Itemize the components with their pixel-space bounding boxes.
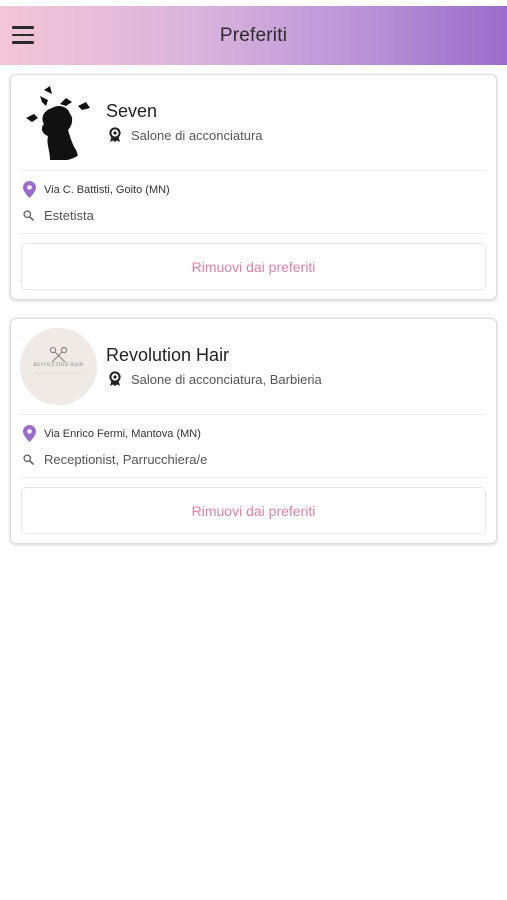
business-logo bbox=[20, 84, 97, 161]
business-category: Salone di acconciatura bbox=[131, 127, 263, 143]
search-icon bbox=[23, 454, 34, 465]
business-logo: REVOLUTION HAIR bbox=[20, 328, 97, 405]
divider bbox=[21, 233, 486, 234]
location-pin-icon bbox=[23, 181, 36, 198]
divider bbox=[21, 170, 486, 171]
hamburger-menu-icon[interactable] bbox=[12, 24, 36, 46]
business-name: Revolution Hair bbox=[106, 345, 230, 365]
award-ribbon-icon bbox=[109, 371, 121, 386]
business-category: Salone di acconciatura, Barbieria bbox=[131, 371, 322, 387]
favorite-card[interactable]: REVOLUTION HAIR Revolution Hair Salone d… bbox=[10, 318, 497, 544]
address-row[interactable]: Via C. Battisti, Goito (MN) bbox=[23, 181, 170, 198]
business-name: Seven bbox=[106, 101, 158, 121]
silhouette-logo bbox=[20, 84, 97, 161]
divider bbox=[21, 477, 486, 478]
page-title: Preferiti bbox=[219, 24, 288, 46]
address-row[interactable]: Via Enrico Fermi, Mantova (MN) bbox=[23, 425, 201, 442]
business-address: Via C. Battisti, Goito (MN) bbox=[44, 183, 170, 196]
roles-row: Estetista bbox=[23, 208, 94, 223]
logo-text: REVOLUTION HAIR bbox=[33, 363, 84, 368]
search-icon bbox=[23, 210, 34, 221]
favorite-card[interactable]: Seven Salone di acconciatura Via C. Batt… bbox=[10, 74, 497, 300]
location-pin-icon bbox=[23, 425, 36, 442]
job-roles: Receptionist, Parrucchiera/e bbox=[44, 452, 208, 467]
category-row: Salone di acconciatura, Barbieria bbox=[107, 371, 322, 387]
award-ribbon-icon bbox=[109, 127, 121, 142]
app-header: Preferiti bbox=[0, 6, 507, 65]
business-address: Via Enrico Fermi, Mantova (MN) bbox=[44, 427, 201, 440]
job-roles: Estetista bbox=[44, 208, 94, 223]
remove-favorite-button[interactable]: Rimuovi dai preferiti bbox=[21, 487, 486, 534]
roles-row: Receptionist, Parrucchiera/e bbox=[23, 452, 207, 467]
remove-favorite-button[interactable]: Rimuovi dai preferiti bbox=[21, 243, 486, 290]
divider bbox=[21, 414, 486, 415]
category-row: Salone di acconciatura bbox=[107, 127, 263, 143]
